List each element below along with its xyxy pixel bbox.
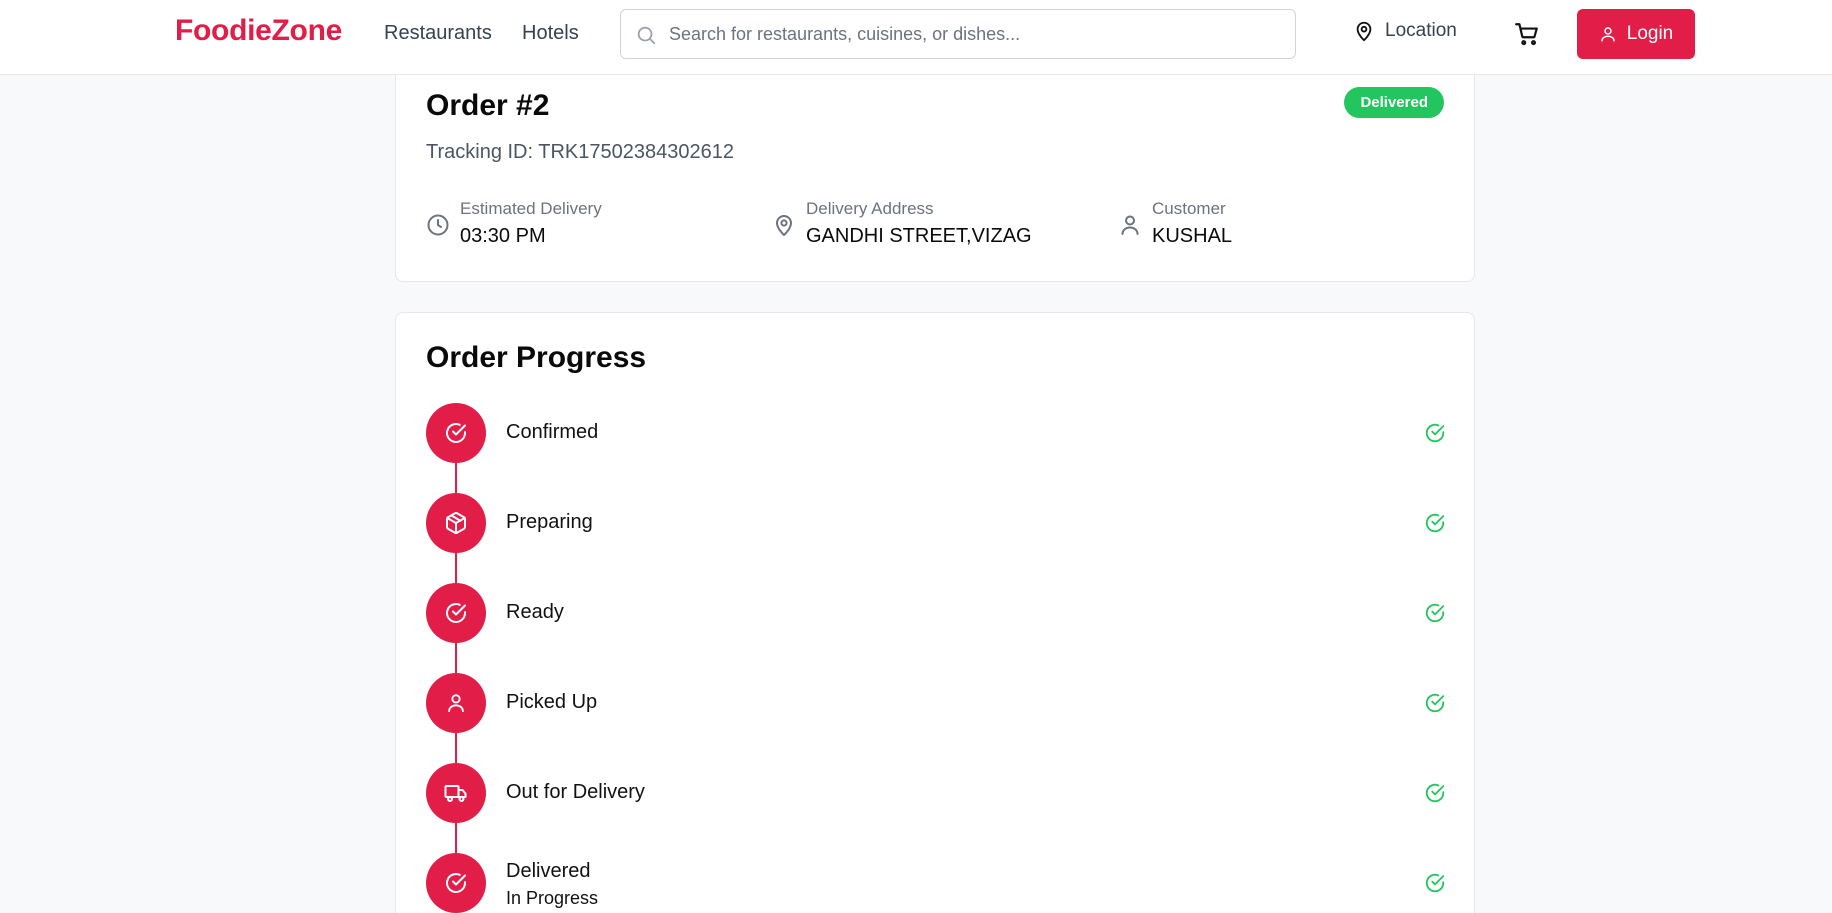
check-circle-icon <box>446 423 466 443</box>
delivery-address-info: Delivery Address GANDHI STREET,VIZAG <box>772 199 1032 248</box>
step-status-text: In Progress <box>506 888 599 908</box>
step-icon-circle <box>426 493 486 553</box>
check-circle-icon <box>1425 693 1445 713</box>
check-circle-icon <box>1425 603 1445 623</box>
navbar: FoodieZone Restaurants Hotels Location L… <box>0 0 1832 75</box>
step-icon-circle <box>426 583 486 643</box>
location-label: Location <box>1385 20 1457 41</box>
user-icon <box>448 694 464 713</box>
location-button[interactable]: Location <box>1353 20 1457 42</box>
info-label: Customer <box>1152 199 1226 218</box>
step-connector <box>455 643 457 673</box>
order-title: Order #2 <box>426 89 550 122</box>
user-icon <box>1121 215 1139 235</box>
step-label: Confirmed <box>506 421 599 443</box>
logo[interactable]: FoodieZone <box>175 14 342 48</box>
step-preparing: Preparing <box>426 493 1446 583</box>
estimated-delivery-info: Estimated Delivery 03:30 PM <box>426 199 602 248</box>
status-badge: Delivered <box>1344 87 1444 118</box>
step-icon-circle <box>426 403 486 463</box>
step-label: Preparing <box>506 511 593 533</box>
check-circle-icon <box>1425 873 1445 893</box>
cart-icon[interactable] <box>1514 21 1540 47</box>
step-confirmed: Confirmed <box>426 403 1446 493</box>
step-ready: Ready <box>426 583 1446 673</box>
clock-icon <box>427 214 449 236</box>
truck-icon <box>444 785 467 802</box>
progress-title: Order Progress <box>426 341 647 374</box>
step-icon-circle <box>426 853 486 913</box>
login-label: Login <box>1626 23 1674 44</box>
nav-link-restaurants[interactable]: Restaurants <box>384 22 492 45</box>
step-label: Picked Up <box>506 691 598 713</box>
order-summary-card: Order #2 Delivered Tracking ID: TRK17502… <box>395 40 1475 282</box>
step-label: Out for Delivery <box>506 781 645 803</box>
info-label: Delivery Address <box>806 199 934 218</box>
step-connector <box>455 823 457 853</box>
step-connector <box>455 463 457 493</box>
step-delivered: Delivered In Progress <box>426 853 1446 913</box>
search-icon <box>637 26 656 45</box>
info-value: GANDHI STREET,VIZAG <box>806 225 1032 247</box>
check-circle-icon <box>446 603 466 623</box>
step-label: Ready <box>506 601 564 623</box>
order-progress-card: Order Progress Confirmed Preparing Ready… <box>395 312 1475 913</box>
nav-link-hotels[interactable]: Hotels <box>522 22 579 45</box>
package-icon <box>446 512 466 534</box>
check-circle-icon <box>1425 513 1445 533</box>
login-button[interactable]: Login <box>1577 9 1695 59</box>
step-out-for-delivery: Out for Delivery <box>426 763 1446 853</box>
step-connector <box>455 733 457 763</box>
check-circle-icon <box>1425 423 1445 443</box>
step-icon-circle <box>426 673 486 733</box>
check-circle-icon <box>446 873 466 893</box>
user-icon <box>1601 27 1615 42</box>
info-value: KUSHAL <box>1152 225 1233 247</box>
info-label: Estimated Delivery <box>460 199 602 218</box>
step-icon-circle <box>426 763 486 823</box>
map-pin-icon <box>776 215 792 236</box>
step-label: Delivered <box>506 860 591 882</box>
customer-info: Customer KUSHAL <box>1118 199 1232 248</box>
search-input[interactable] <box>669 11 1279 57</box>
step-connector <box>455 553 457 583</box>
step-picked-up: Picked Up <box>426 673 1446 763</box>
map-pin-icon <box>1356 21 1372 42</box>
check-circle-icon <box>1425 783 1445 803</box>
info-value: 03:30 PM <box>460 225 546 247</box>
search-bar <box>620 9 1296 59</box>
tracking-id: Tracking ID: TRK17502384302612 <box>426 141 734 163</box>
